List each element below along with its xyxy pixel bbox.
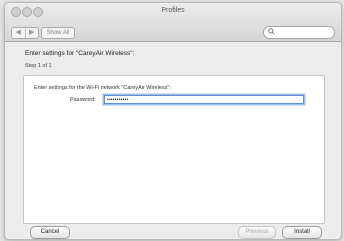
cancel-button[interactable]: Cancel: [30, 226, 70, 239]
window-title: Profiles: [161, 7, 185, 14]
search-icon: [268, 28, 275, 37]
settings-heading: Enter settings for "CareyAir Wireless":: [25, 50, 135, 57]
password-label: Password:: [70, 97, 96, 103]
back-button[interactable]: ◀: [12, 28, 25, 38]
step-indicator: Step 1 of 1: [25, 63, 52, 69]
forward-button[interactable]: ▶: [24, 28, 39, 38]
install-button[interactable]: Install: [282, 226, 322, 239]
profiles-window: Profiles ◀ ▶ Show All Enter settings for…: [4, 2, 342, 240]
previous-button[interactable]: Previous: [238, 226, 276, 239]
password-field[interactable]: •••••••••••: [104, 95, 304, 104]
title-bar: Profiles ◀ ▶ Show All: [5, 3, 341, 42]
settings-panel: Enter settings for the Wi-Fi network "Ca…: [23, 75, 325, 224]
panel-instructions: Enter settings for the Wi-Fi network "Ca…: [34, 85, 171, 91]
show-all-button[interactable]: Show All: [41, 27, 75, 39]
back-forward-segment: ◀ ▶: [11, 27, 39, 39]
search-field[interactable]: [263, 26, 335, 39]
